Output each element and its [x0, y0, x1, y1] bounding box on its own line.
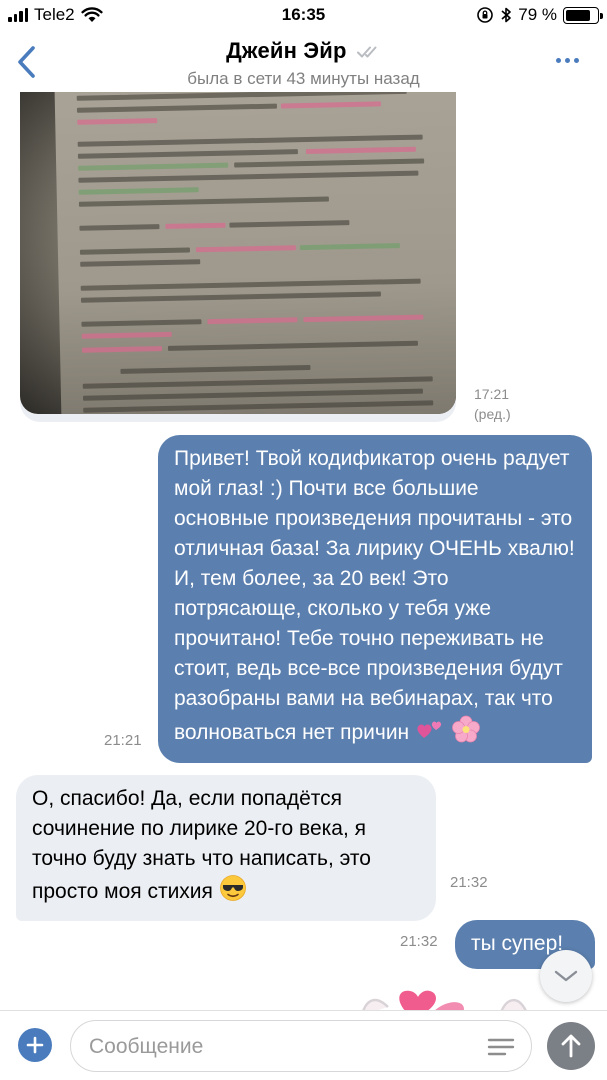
status-bar: Tele2 16:35 79 % — [0, 0, 607, 30]
cherry-blossom-icon — [451, 714, 481, 753]
message-field[interactable] — [70, 1020, 532, 1072]
incoming-message[interactable]: О, спасибо! Да, если попадётся сочинение… — [16, 775, 436, 921]
bluetooth-icon — [501, 7, 512, 23]
double-check-icon — [356, 46, 377, 58]
orientation-lock-icon — [477, 7, 494, 23]
edited-label: (ред.) — [474, 406, 511, 422]
battery-percent: 79 % — [518, 5, 557, 24]
battery-fill — [566, 9, 590, 21]
chevron-down-icon — [554, 970, 578, 982]
scroll-down-button[interactable] — [540, 950, 592, 1002]
message-input[interactable] — [89, 1033, 469, 1061]
battery-icon — [563, 6, 603, 24]
status-right: 79 % — [476, 5, 603, 25]
sunglasses-face-icon — [219, 874, 247, 911]
contact-name: Джейн Эйр — [100, 38, 507, 64]
sticker-image — [362, 990, 527, 1010]
more-dots-icon[interactable] — [556, 58, 579, 63]
contact-info[interactable]: Джейн Эйр была в сети 43 минуты назад — [100, 38, 507, 89]
message-list[interactable]: 17:21 (ред.) 21:21 Привет! Твой кодифика… — [0, 92, 607, 1010]
message-text: ты супер! — [471, 932, 564, 955]
send-button[interactable] — [547, 1022, 595, 1070]
message-text: Привет! Твой кодификатор очень радует мо… — [174, 447, 575, 745]
plus-icon — [26, 1036, 44, 1054]
message-time: 21:32 — [400, 933, 438, 950]
message-composer — [0, 1010, 607, 1080]
message-time: 21:21 — [104, 732, 142, 749]
attached-photo[interactable] — [20, 92, 456, 414]
chat-header: Джейн Эйр была в сети 43 минуты назад — [0, 30, 607, 92]
message-time: 21:32 — [450, 874, 488, 891]
two-hearts-icon — [415, 716, 445, 751]
contact-name-text: Джейн Эйр — [226, 38, 347, 63]
last-seen-status: была в сети 43 минуты назад — [187, 69, 420, 88]
message-time: 17:21 — [474, 386, 510, 402]
photo-message-time: 17:21 (ред.) — [474, 384, 511, 424]
document-page — [54, 92, 456, 414]
arrow-up-icon — [561, 1034, 581, 1058]
keyboard-icon[interactable] — [487, 1037, 515, 1057]
chevron-left-icon[interactable] — [14, 44, 40, 80]
attach-button[interactable] — [18, 1028, 52, 1062]
photo-message[interactable] — [20, 92, 456, 422]
outgoing-message[interactable]: Привет! Твой кодификатор очень радует мо… — [158, 435, 592, 763]
message-text: О, спасибо! Да, если попадётся сочинение… — [32, 787, 371, 904]
